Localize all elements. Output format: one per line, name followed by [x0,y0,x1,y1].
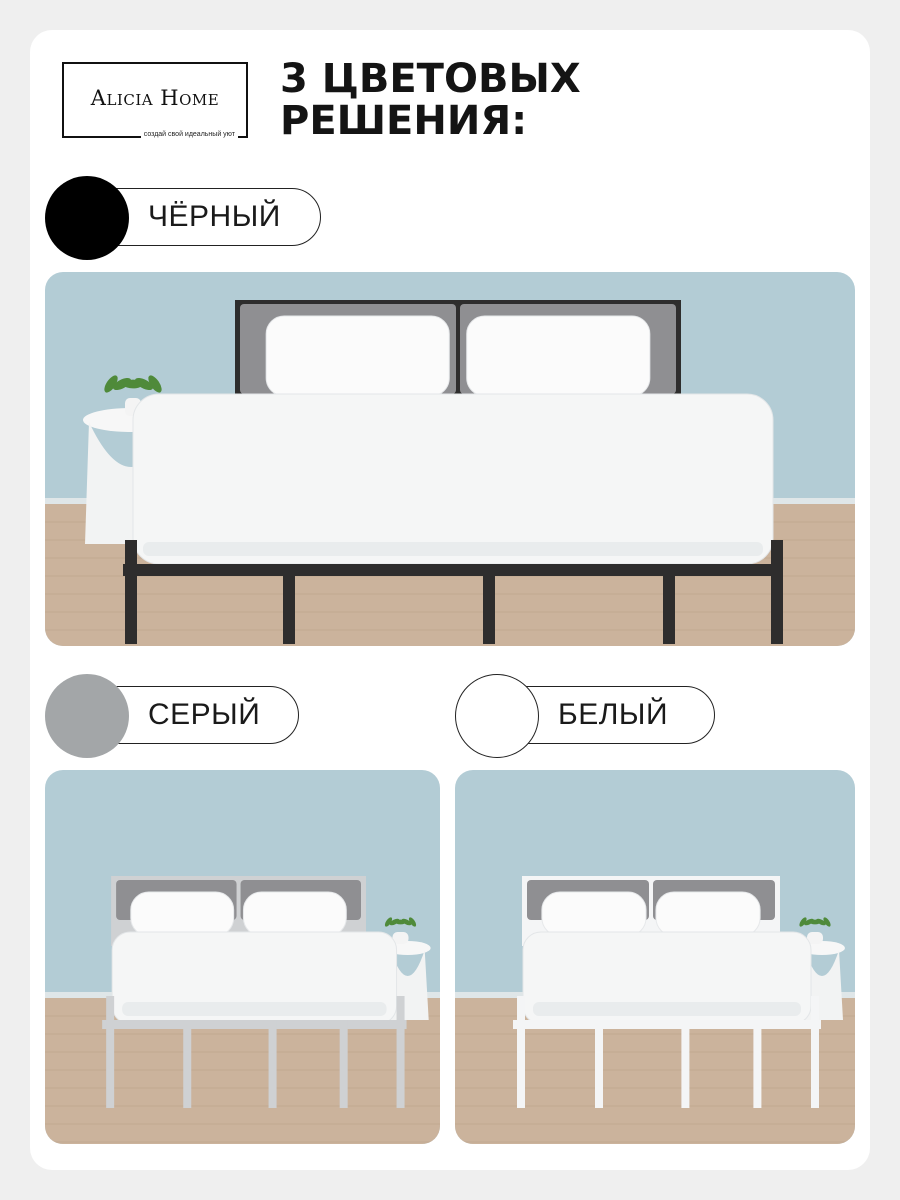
bed-leg [106,996,115,1108]
bed-leg [339,1020,348,1108]
color-label-grey: СЕРЫЙ [148,698,261,731]
color-label-black: ЧЁРНЫЙ [148,200,281,233]
page-headline: 3 ЦВЕТОВЫХ РЕШЕНИЯ: [280,58,581,142]
bed-leg [183,1020,192,1108]
bed-leg [517,996,525,1108]
bed-leg [125,540,137,644]
bed-leg [483,564,495,644]
bed-illustration [45,272,855,646]
bed-leg [268,1020,277,1108]
bed-rail [123,564,783,576]
bed-rail [513,1020,821,1029]
bed-leg [811,996,819,1108]
pillow [655,891,761,937]
bed-leg [681,1020,690,1108]
mattress-shadow [122,1002,387,1016]
headline-line-1: 3 ЦВЕТОВЫХ [280,56,581,102]
bed-leg [396,996,405,1108]
bed-leg [595,1020,603,1108]
color-option-white: БЕЛЫЙ [455,674,725,758]
bed-illustration [455,770,855,1144]
pillow [541,891,647,937]
pillow [130,891,235,937]
bed-leg [663,564,675,644]
bed-photo-white [455,770,855,1144]
color-label-white: БЕЛЫЙ [558,698,669,731]
bed-rail [102,1020,407,1029]
pillow [242,891,347,937]
bed-leg [753,1020,762,1108]
color-swatch-black [45,176,129,260]
brand-logo: Alicia Home создай свой идеальный уют [62,62,248,138]
pillow [466,315,651,397]
brand-tagline: создай свой идеальный уют [140,131,238,138]
bed-leg [771,540,783,644]
color-swatch-grey [45,674,129,758]
mattress-shadow [143,542,763,556]
color-option-grey: СЕРЫЙ [45,674,305,758]
bed-photo-grey [45,770,440,1144]
mattress [132,393,774,565]
color-swatch-white [455,674,539,758]
bed-leg [283,564,295,644]
mattress-shadow [533,1002,801,1016]
pillow [265,315,450,397]
brand-name: Alicia Home [90,86,220,110]
color-option-black: ЧЁРНЫЙ [45,176,325,260]
bed-illustration [45,770,440,1144]
headline-line-2: РЕШЕНИЯ: [280,98,528,144]
bed-photo-black [45,272,855,646]
